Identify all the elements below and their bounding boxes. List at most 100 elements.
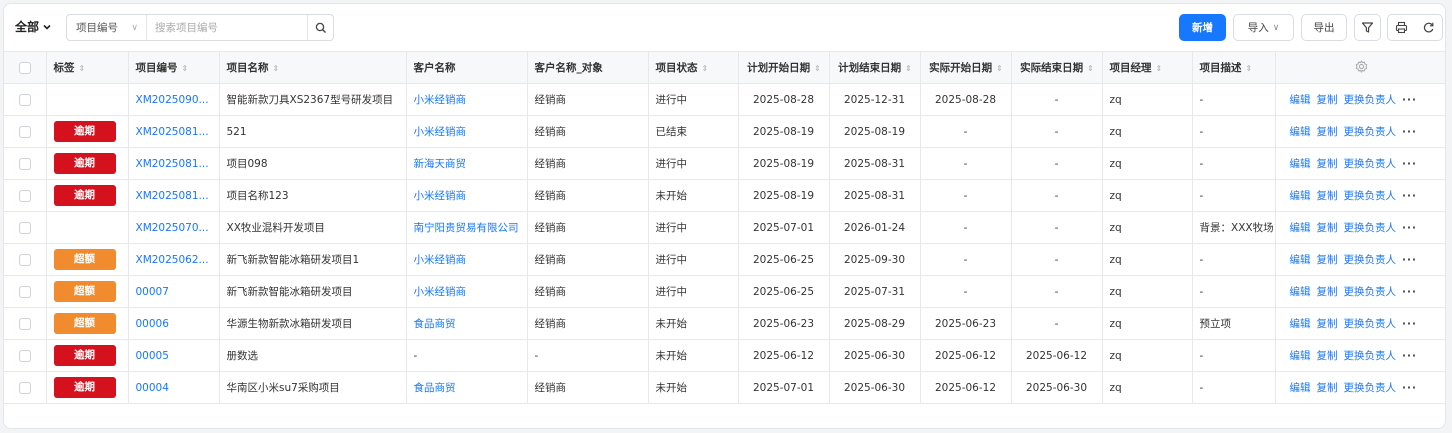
- print-button[interactable]: [1395, 21, 1408, 34]
- copy-button[interactable]: 复制: [1317, 158, 1338, 170]
- change-owner-button[interactable]: 更换负责人: [1344, 382, 1397, 394]
- cell-code[interactable]: 00006: [127, 307, 220, 340]
- edit-button[interactable]: 编辑: [1290, 318, 1311, 330]
- row-checkbox[interactable]: [18, 93, 31, 106]
- edit-button[interactable]: 编辑: [1290, 190, 1311, 202]
- table-row[interactable]: 逾期 XM2025081... 项目098 新海天商贸 经销商 进行中 2025-08-19…: [4, 147, 1445, 180]
- cell-code[interactable]: XM2025070...: [127, 211, 220, 244]
- column-header-status[interactable]: 项目状态 ⇕: [647, 51, 739, 84]
- column-header-plan_end[interactable]: 计划结束日期 ⇕: [828, 51, 921, 84]
- change-owner-button[interactable]: 更换负责人: [1344, 286, 1397, 298]
- search-button[interactable]: [307, 15, 333, 40]
- change-owner-button[interactable]: 更换负责人: [1344, 254, 1397, 266]
- project-code-link[interactable]: XM2025081...: [136, 190, 209, 202]
- row-checkbox-cell[interactable]: [4, 147, 47, 180]
- edit-button[interactable]: 编辑: [1290, 286, 1311, 298]
- search-field-select[interactable]: 项目编号 ∨: [67, 15, 147, 40]
- cell-code[interactable]: XM2025062...: [127, 243, 220, 276]
- filter-button[interactable]: [1354, 14, 1381, 41]
- edit-button[interactable]: 编辑: [1290, 382, 1311, 394]
- change-owner-button[interactable]: 更换负责人: [1344, 94, 1397, 106]
- row-checkbox-cell[interactable]: [4, 275, 47, 308]
- more-actions-button[interactable]: ···: [1402, 382, 1417, 394]
- sort-icon[interactable]: ⇕: [273, 64, 280, 73]
- row-checkbox[interactable]: [18, 125, 31, 138]
- column-header-act_end[interactable]: 实际结束日期 ⇕: [1010, 51, 1103, 84]
- more-actions-button[interactable]: ···: [1402, 158, 1417, 170]
- row-checkbox-cell[interactable]: [4, 179, 47, 212]
- sort-icon[interactable]: ⇕: [996, 64, 1003, 73]
- cell-customer[interactable]: 新海天商贸: [405, 147, 528, 180]
- copy-button[interactable]: 复制: [1317, 382, 1338, 394]
- more-actions-button[interactable]: ···: [1402, 286, 1417, 298]
- customer-link[interactable]: 小米经销商: [414, 190, 467, 202]
- search-input[interactable]: [147, 15, 307, 40]
- edit-button[interactable]: 编辑: [1290, 254, 1311, 266]
- column-header-manager[interactable]: 项目经理 ⇕: [1101, 51, 1193, 84]
- row-checkbox[interactable]: [18, 349, 31, 362]
- sort-icon[interactable]: ⇕: [79, 64, 86, 73]
- cell-customer[interactable]: 南宁阳贵贸易有限公司: [405, 211, 528, 244]
- cell-code[interactable]: XM2025090...: [127, 83, 220, 116]
- select-all-checkbox-cell[interactable]: [4, 51, 47, 84]
- cell-code[interactable]: 00007: [127, 275, 220, 308]
- project-code-link[interactable]: XM2025070...: [136, 222, 209, 234]
- customer-link[interactable]: 小米经销商: [414, 254, 467, 266]
- copy-button[interactable]: 复制: [1317, 94, 1338, 106]
- new-button[interactable]: 新增: [1179, 14, 1226, 41]
- more-actions-button[interactable]: ···: [1402, 254, 1417, 266]
- customer-link[interactable]: 小米经销商: [414, 286, 467, 298]
- sort-icon[interactable]: ⇕: [905, 64, 912, 73]
- cell-code[interactable]: 00005: [127, 339, 220, 372]
- change-owner-button[interactable]: 更换负责人: [1344, 222, 1397, 234]
- project-code-link[interactable]: 00006: [136, 318, 169, 330]
- more-actions-button[interactable]: ···: [1402, 222, 1417, 234]
- cell-customer[interactable]: 食品商贸: [405, 307, 528, 340]
- sort-icon[interactable]: ⇕: [1246, 64, 1253, 73]
- select-all-checkbox[interactable]: [18, 61, 31, 74]
- table-row[interactable]: 逾期 XM2025081... 521 小米经销商 经销商 已结束 2025-08-19 20…: [4, 115, 1445, 148]
- copy-button[interactable]: 复制: [1317, 190, 1338, 202]
- copy-button[interactable]: 复制: [1317, 286, 1338, 298]
- cell-code[interactable]: 00004: [127, 371, 220, 404]
- row-checkbox[interactable]: [18, 285, 31, 298]
- more-actions-button[interactable]: ···: [1402, 126, 1417, 138]
- cell-code[interactable]: XM2025081...: [127, 147, 220, 180]
- cell-customer[interactable]: 小米经销商: [405, 115, 528, 148]
- cell-customer[interactable]: 小米经销商: [405, 275, 528, 308]
- column-header-act_start[interactable]: 实际开始日期 ⇕: [919, 51, 1012, 84]
- change-owner-button[interactable]: 更换负责人: [1344, 318, 1397, 330]
- more-actions-button[interactable]: ···: [1402, 350, 1417, 362]
- cell-customer[interactable]: 小米经销商: [405, 83, 528, 116]
- column-header-desc[interactable]: 项目描述 ⇕: [1191, 51, 1276, 84]
- gear-icon[interactable]: [1355, 59, 1368, 73]
- copy-button[interactable]: 复制: [1317, 350, 1338, 362]
- project-code-link[interactable]: XM2025081...: [136, 126, 209, 138]
- more-actions-button[interactable]: ···: [1402, 318, 1417, 330]
- row-checkbox-cell[interactable]: [4, 115, 47, 148]
- edit-button[interactable]: 编辑: [1290, 350, 1311, 362]
- row-checkbox-cell[interactable]: [4, 83, 47, 116]
- column-settings-cell[interactable]: [1274, 51, 1445, 84]
- column-header-name[interactable]: 项目名称 ⇕: [218, 51, 407, 84]
- change-owner-button[interactable]: 更换负责人: [1344, 126, 1397, 138]
- sort-icon[interactable]: ⇕: [182, 64, 189, 73]
- customer-link[interactable]: 食品商贸: [414, 318, 456, 330]
- refresh-button[interactable]: [1422, 21, 1435, 34]
- cell-customer[interactable]: 食品商贸: [405, 371, 528, 404]
- row-checkbox[interactable]: [18, 381, 31, 394]
- edit-button[interactable]: 编辑: [1290, 94, 1311, 106]
- row-checkbox-cell[interactable]: [4, 307, 47, 340]
- row-checkbox[interactable]: [18, 221, 31, 234]
- table-row[interactable]: XM2025090... 智能新款刀具XS2367型号研发项目 小米经销商 经销商 进行…: [4, 83, 1445, 116]
- table-row[interactable]: 逾期 XM2025081... 项目名称123 小米经销商 经销商 未开始 2025-08-…: [4, 179, 1445, 212]
- row-checkbox[interactable]: [18, 253, 31, 266]
- copy-button[interactable]: 复制: [1317, 254, 1338, 266]
- edit-button[interactable]: 编辑: [1290, 158, 1311, 170]
- row-checkbox-cell[interactable]: [4, 371, 47, 404]
- project-code-link[interactable]: 00005: [136, 350, 169, 362]
- project-code-link[interactable]: XM2025090...: [136, 94, 209, 106]
- scope-dropdown[interactable]: 全部: [15, 18, 52, 35]
- table-row[interactable]: 超额 00007 新飞新款智能冰箱研发项目 小米经销商 经销商 进行中 2025-06-25…: [4, 275, 1445, 308]
- customer-link[interactable]: 食品商贸: [414, 382, 456, 394]
